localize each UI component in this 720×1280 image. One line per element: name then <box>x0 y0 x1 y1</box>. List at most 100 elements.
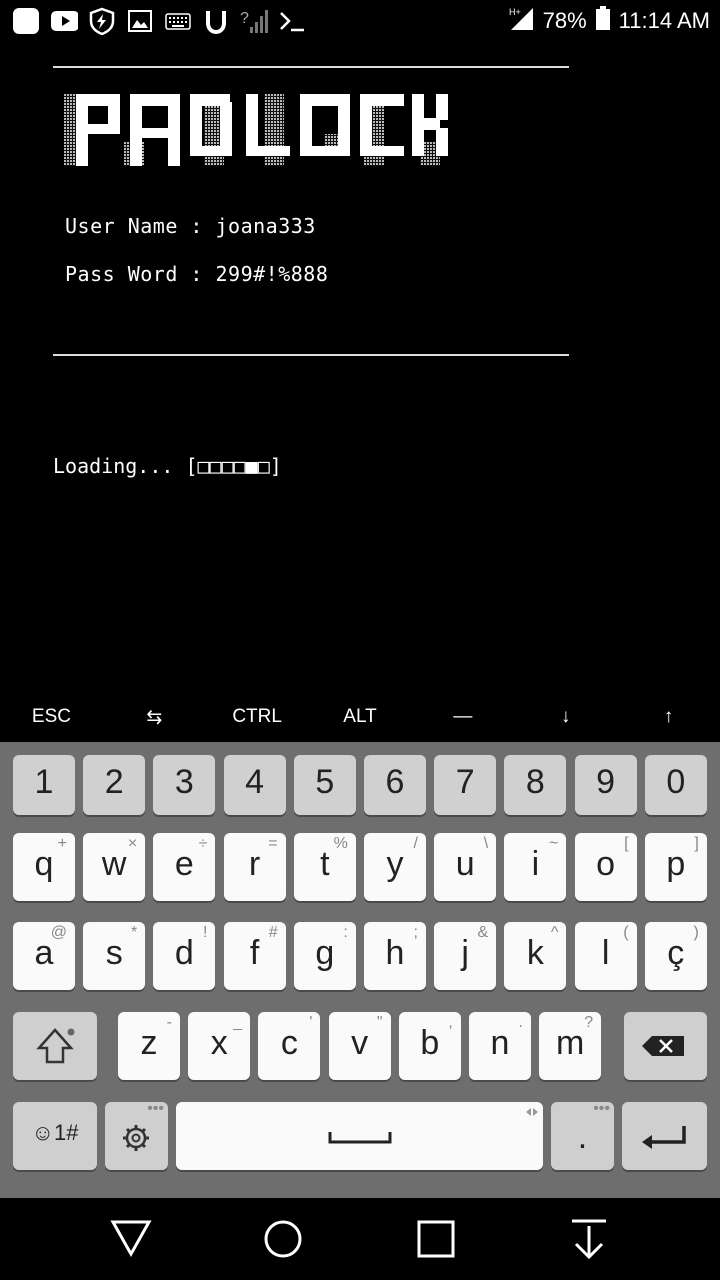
home-button[interactable] <box>258 1214 308 1264</box>
number-key-2[interactable]: 2 <box>83 755 146 815</box>
space-key[interactable] <box>176 1102 543 1170</box>
letter-key-z[interactable]: -z <box>118 1012 180 1080</box>
system-status: H+ 78% 11:14 AM <box>507 0 710 42</box>
letter-key-e[interactable]: ÷ e <box>153 833 216 901</box>
letter-key-o[interactable]: [o <box>574 833 637 901</box>
number-key-9[interactable]: 9 <box>574 755 637 815</box>
extra-keys-row: ESC ⇆ CTRL ALT — ↓ ↑ <box>0 692 720 742</box>
key-label: 0 <box>666 763 686 801</box>
key-label: e <box>174 845 194 883</box>
letter-key-i[interactable]: ~ i <box>504 833 567 901</box>
letter-key-0-a[interactable]: @ a <box>13 922 75 990</box>
letter-key-5-h[interactable]: ; h <box>364 922 426 990</box>
backspace-key[interactable] <box>624 1012 707 1080</box>
keyboard-icon <box>164 7 192 35</box>
hide-keyboard-button[interactable] <box>564 1214 614 1264</box>
key-label: l <box>601 934 610 972</box>
number-key-5[interactable]: 5 <box>293 755 356 815</box>
divider-top <box>53 66 569 68</box>
letter-key-n[interactable]: .n <box>469 1012 531 1080</box>
letter-key-m[interactable]: ? m <box>539 1012 602 1080</box>
app-icon <box>12 7 40 35</box>
letter-key-u[interactable]: \ u <box>434 833 497 901</box>
letter-key-3-f[interactable]: # f <box>223 922 286 990</box>
letter-key-w[interactable]: × w <box>83 833 146 901</box>
key-label: f <box>249 934 260 972</box>
key-label: 4 <box>245 763 265 801</box>
letter-key-b[interactable]: ,b <box>398 1012 461 1080</box>
number-key-8[interactable]: 8 <box>504 755 567 815</box>
key-label: m <box>556 1024 585 1062</box>
number-key-4[interactable]: 4 <box>223 755 286 815</box>
key-label: o <box>596 845 616 883</box>
network-signal-icon: H+ <box>507 4 535 38</box>
settings-key[interactable]: ••• <box>105 1100 168 1170</box>
key-label: w <box>101 845 127 883</box>
key-label: z <box>140 1024 158 1062</box>
enter-key[interactable] <box>622 1102 707 1170</box>
key-label: r <box>248 845 261 883</box>
period-key[interactable]: ••• . <box>551 1100 614 1170</box>
key-label: t <box>320 845 330 883</box>
letter-key-v[interactable]: " v <box>328 1012 391 1080</box>
letter-key-4-g[interactable]: :g <box>293 922 356 990</box>
ctrl-key[interactable]: CTRL <box>206 692 309 742</box>
recents-button[interactable] <box>411 1214 461 1264</box>
key-label: d <box>174 934 194 972</box>
key-label: q <box>34 845 54 883</box>
letter-key-6-j[interactable]: & j <box>434 922 497 990</box>
dash-key[interactable]: — <box>411 692 514 742</box>
password-line: Pass Word : 299#!%888 <box>65 262 329 286</box>
key-label: v <box>351 1024 369 1062</box>
loading-line: Loading... [□□□□■□] <box>53 454 282 478</box>
key-label: 7 <box>455 763 475 801</box>
letter-key-r[interactable]: = r <box>223 833 286 901</box>
username-line: User Name : joana333 <box>65 214 316 238</box>
key-label: x <box>210 1024 228 1062</box>
number-key-6[interactable]: 6 <box>364 755 426 815</box>
letter-key-9-ç[interactable]: ) ç <box>644 922 707 990</box>
terminal-output[interactable]: User Name : joana333 Pass Word : 299#!%8… <box>0 42 720 692</box>
tab-key[interactable]: ⇆ <box>103 692 206 742</box>
clock: 11:14 AM <box>618 8 710 33</box>
letter-key-q[interactable]: + q <box>13 833 75 901</box>
letter-key-x[interactable]: _ x <box>188 1012 251 1080</box>
number-key-0[interactable]: 0 <box>644 755 707 815</box>
key-label: 8 <box>525 763 545 801</box>
key-label: 2 <box>104 763 124 801</box>
letter-key-p[interactable]: ] p <box>644 833 707 901</box>
more-dots-icon: ••• <box>147 1100 164 1117</box>
navigation-bar <box>0 1198 720 1280</box>
arrow-up-key[interactable]: ↑ <box>617 692 720 742</box>
letter-key-c[interactable]: ' c <box>258 1012 321 1080</box>
number-key-3[interactable]: 3 <box>153 755 216 815</box>
number-key-1[interactable]: 1 <box>13 755 75 815</box>
divider-bottom <box>53 354 569 356</box>
arrow-down-key[interactable]: ↓ <box>514 692 617 742</box>
symbols-key[interactable]: ☺1# <box>13 1102 97 1170</box>
key-label: 5 <box>315 763 335 801</box>
alt-key[interactable]: ALT <box>309 692 412 742</box>
letter-key-y[interactable]: / y <box>364 833 426 901</box>
letter-key-t[interactable]: % t <box>293 833 356 901</box>
shift-key[interactable] <box>13 1012 97 1080</box>
key-label: b <box>420 1024 440 1062</box>
letter-key-2-d[interactable]: ! d <box>153 922 216 990</box>
esc-key[interactable]: ESC <box>0 692 103 742</box>
padlock-logo <box>64 94 454 174</box>
key-label: s <box>105 934 123 972</box>
battery-percent: 78% <box>542 8 587 33</box>
number-key-7[interactable]: 7 <box>434 755 497 815</box>
status-bar: ? H+ 78% 11:14 AM <box>0 0 720 42</box>
key-label: u <box>455 845 475 883</box>
key-label: a <box>34 934 54 972</box>
youtube-icon <box>50 7 78 35</box>
key-label: j <box>461 934 469 972</box>
key-label: 6 <box>385 763 405 801</box>
letter-key-1-s[interactable]: * s <box>83 922 146 990</box>
letter-key-8-l[interactable]: (l <box>574 922 637 990</box>
image-icon <box>126 7 154 35</box>
letter-key-7-k[interactable]: ^ k <box>504 922 567 990</box>
back-button[interactable] <box>106 1214 156 1264</box>
key-label: ç <box>667 934 685 972</box>
